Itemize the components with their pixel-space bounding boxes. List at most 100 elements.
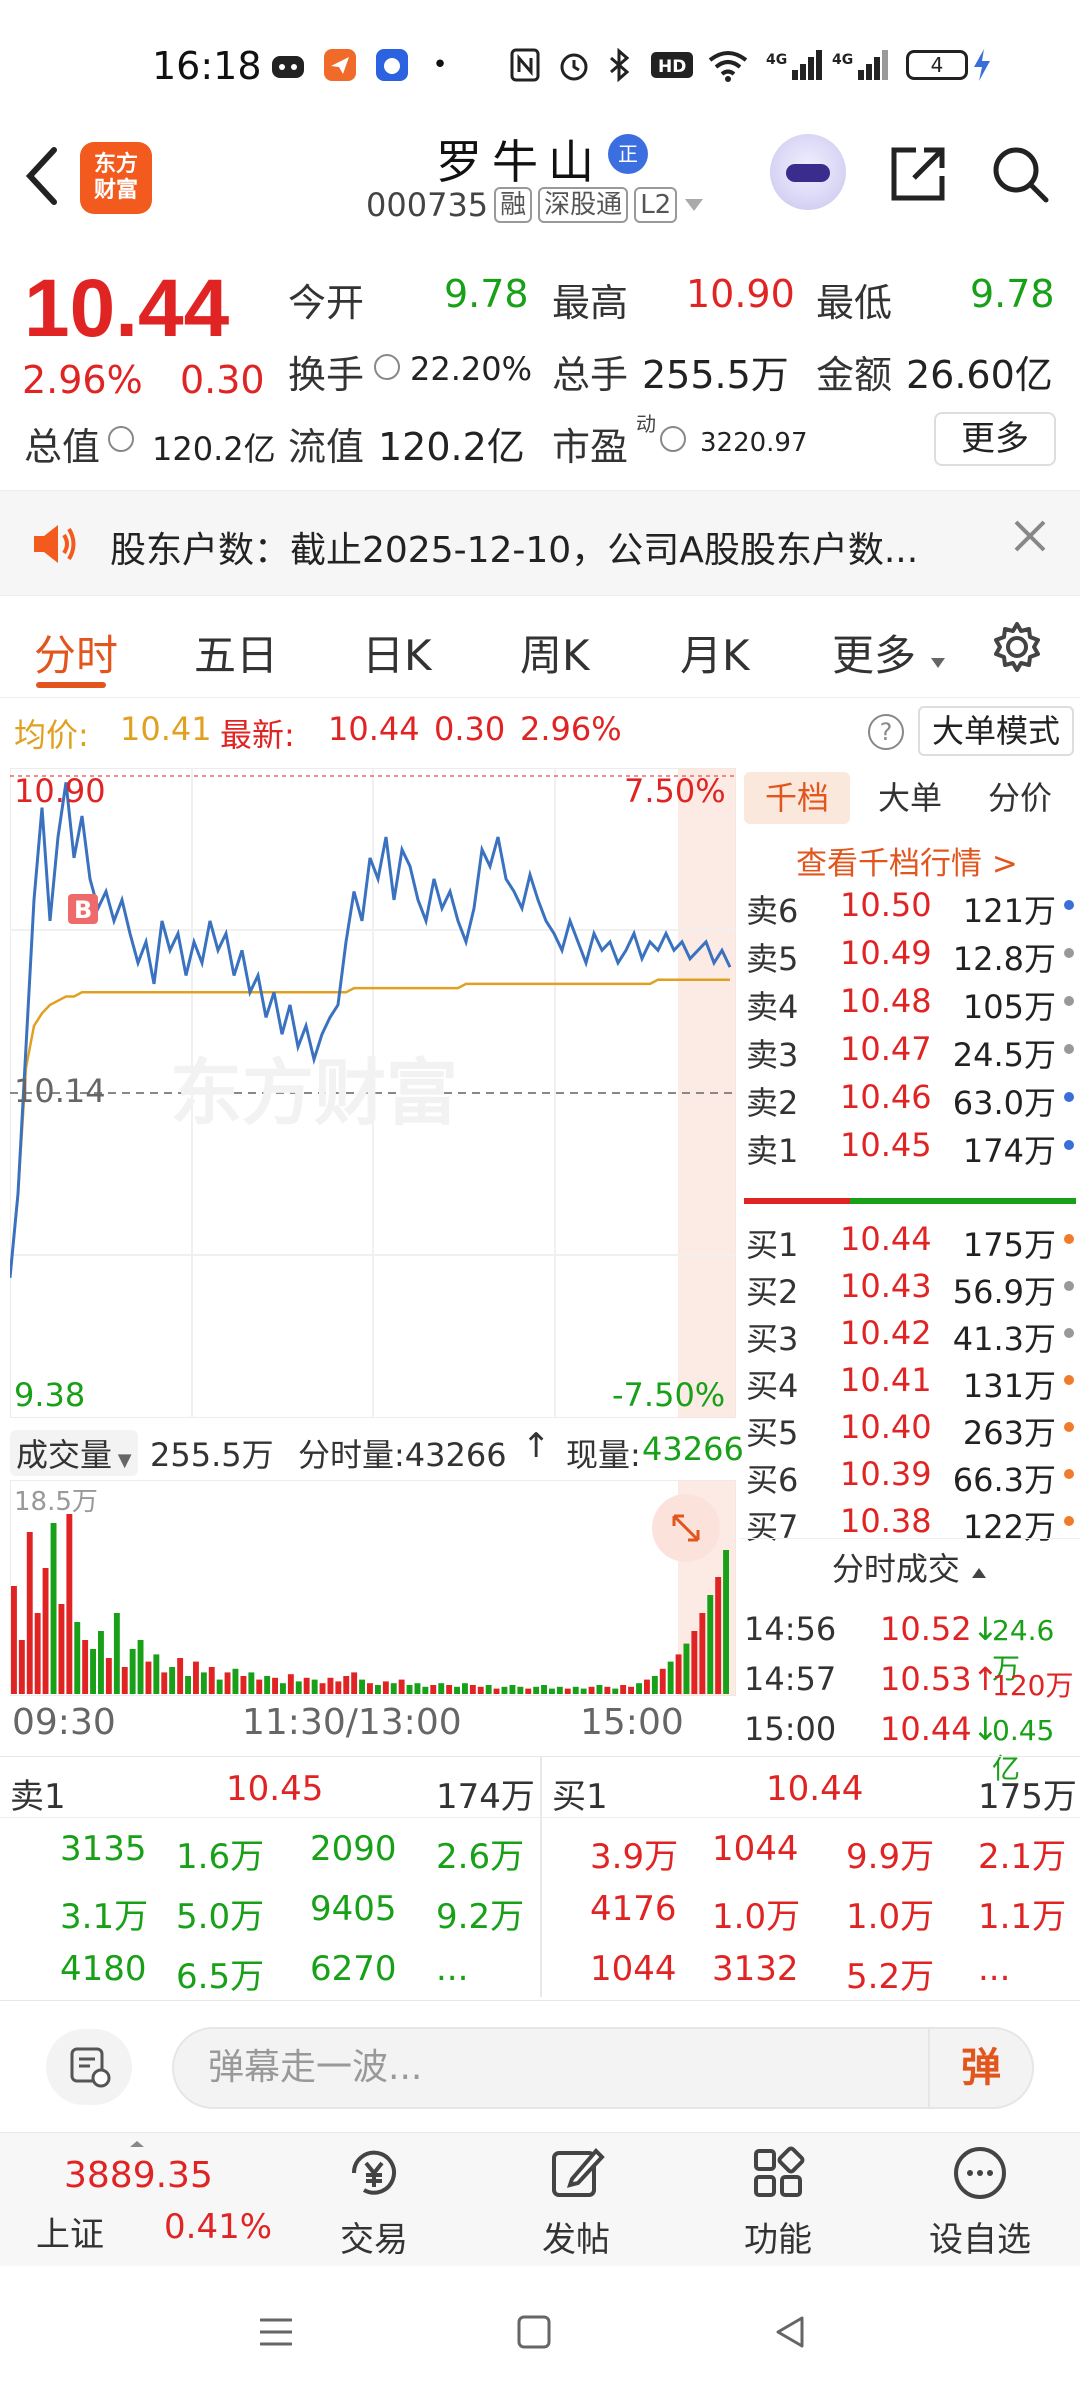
post-button[interactable]: 发帖 (496, 2143, 656, 2261)
add-watchlist-button[interactable]: 设自选 (900, 2143, 1060, 2261)
volume-selector[interactable]: 成交量 ▼ (10, 1430, 138, 1476)
trade-price: 10.44 (880, 1710, 972, 1748)
functions-button[interactable]: 功能 (698, 2143, 858, 2261)
tape-buy-order: 1.0万 (712, 1897, 801, 1937)
avg-price-bar: 均价: 10.41 最新: 10.44 0.30 2.96% ? 大单模式 (0, 704, 1080, 760)
volume-bar (580, 1688, 587, 1694)
ask-row[interactable]: 卖6 10.50 121万 (740, 880, 1080, 930)
search-icon[interactable] (988, 142, 1052, 206)
tab-daily-k[interactable]: 日K (362, 622, 432, 683)
home-nav-icon[interactable] (514, 2312, 554, 2352)
tab-price-distribution[interactable]: 分价 (970, 772, 1070, 824)
bid-row[interactable]: 买1 10.44 175万 (740, 1214, 1080, 1264)
high-value: 10.90 (686, 272, 795, 316)
back-button[interactable] (22, 144, 70, 216)
ask-row[interactable]: 卖1 10.45 174万 (740, 1120, 1080, 1170)
bid-row[interactable]: 买2 10.43 56.9万 (740, 1261, 1080, 1311)
settings-gear-icon[interactable] (990, 620, 1044, 678)
more-button[interactable]: 更多 (934, 412, 1056, 466)
volume-bar (596, 1685, 603, 1694)
tab-big-orders[interactable]: 大单 (860, 772, 960, 824)
post-label: 发帖 (542, 2220, 610, 2260)
trade-button[interactable]: 交易 (294, 2143, 454, 2261)
volume-bar (644, 1679, 650, 1694)
hd-icon: HD (650, 48, 694, 82)
time-label-open: 09:30 (12, 1702, 116, 1743)
expand-icon[interactable] (652, 1494, 720, 1562)
tab-more[interactable]: 更多 (832, 622, 947, 683)
announcement-bar[interactable]: 股东户数：截止2025-12-10，公司A股股东户数... (0, 490, 1080, 596)
bid-row[interactable]: 买6 10.39 66.3万 (740, 1449, 1080, 1499)
bid-row[interactable]: 买5 10.40 263万 (740, 1402, 1080, 1452)
tab-monthly-k[interactable]: 月K (680, 622, 750, 683)
tab-thousand-level[interactable]: 千档 (744, 772, 850, 824)
stock-dropdown-icon[interactable] (683, 197, 705, 213)
view-thousand-level-link[interactable]: 查看千档行情 > (796, 838, 1018, 883)
volume-bar (351, 1672, 358, 1694)
mktcap-info-icon[interactable] (108, 426, 134, 452)
index-ticker[interactable]: 3889.35 上证 0.41% (0, 2133, 280, 2267)
tab-weekly-k[interactable]: 周K (520, 622, 590, 683)
trade-price: 10.52 (880, 1610, 972, 1648)
volume-bar (224, 1672, 231, 1694)
trade-time: 14:56 (744, 1610, 837, 1648)
stock-code-row: 000735 融 深股通 L2 (366, 186, 705, 224)
danmu-input[interactable]: 弹幕走一波... (172, 2027, 1034, 2109)
ask-row[interactable]: 卖2 10.46 63.0万 (740, 1072, 1080, 1122)
volume-bar (216, 1679, 223, 1694)
ai-assistant-icon[interactable] (770, 134, 846, 210)
bid-price: 10.40 (840, 1408, 932, 1446)
period-tabs: 分时 五日 日K 周K 月K 更多 (0, 596, 1080, 698)
volume-bar (335, 1681, 342, 1694)
big-order-mode-button[interactable]: 大单模式 (918, 706, 1074, 756)
volume-bar (303, 1677, 310, 1694)
volume-bar (430, 1685, 437, 1694)
bid-row[interactable]: 买7 10.38 122万 (740, 1496, 1080, 1546)
tape-sell-volume: 174万 (436, 1777, 535, 1817)
volume-bar (208, 1667, 215, 1694)
help-icon[interactable]: ? (868, 714, 904, 750)
pe-info-icon[interactable] (660, 426, 686, 452)
tape-sell-order: 2090 (310, 1829, 397, 1869)
trades-header[interactable]: 分时成交 (740, 1538, 1080, 1598)
avg-label: 均价: (14, 716, 89, 754)
tick-volume: 分时量:43266 (298, 1436, 507, 1474)
ask-row[interactable]: 卖4 10.48 105万 (740, 976, 1080, 1026)
menu-nav-icon[interactable] (256, 2312, 296, 2352)
ask-row[interactable]: 卖5 10.49 12.8万 (740, 928, 1080, 978)
volume-bar (18, 1640, 25, 1694)
bid-row[interactable]: 买4 10.41 131万 (740, 1355, 1080, 1405)
danmu-button[interactable]: 弹 (928, 2027, 1032, 2109)
volume-bar (699, 1613, 706, 1694)
tape-buy-order: 5.2万 (846, 1957, 935, 1997)
back-nav-icon[interactable] (770, 2312, 810, 2352)
intraday-chart[interactable]: 东方财富 10.90 7.50% 10.14 9.38 -7.50% B (10, 768, 736, 1418)
volume-bar (628, 1686, 634, 1694)
tab-intraday[interactable]: 分时 (34, 622, 118, 683)
volume-bar (193, 1661, 199, 1694)
volume-bar (121, 1667, 128, 1694)
index-expand-icon (130, 2141, 144, 2147)
trade-row: 15:00 10.44 ↓ 0.45亿 (740, 1704, 1080, 1785)
turnover-info-icon[interactable] (374, 354, 400, 380)
comment-settings-button[interactable] (46, 2029, 132, 2105)
bid-volume: 131万 (962, 1367, 1056, 1405)
bid-volume: 263万 (962, 1414, 1056, 1452)
high-label: 最高 (552, 281, 629, 325)
bid-row[interactable]: 买3 10.42 41.3万 (740, 1308, 1080, 1358)
volume-bar (477, 1686, 484, 1694)
comment-settings-icon (70, 2047, 111, 2088)
ask-row[interactable]: 卖3 10.47 24.5万 (740, 1024, 1080, 1074)
volume-chart[interactable]: 18.5万 (10, 1480, 736, 1696)
share-icon[interactable] (886, 142, 950, 206)
close-icon[interactable] (1010, 513, 1050, 567)
buy-marker[interactable]: B (68, 894, 98, 924)
tab-five-day[interactable]: 五日 (194, 622, 278, 683)
volume-bar (620, 1685, 627, 1694)
alarm-icon (556, 48, 592, 82)
volume-bar (691, 1631, 698, 1694)
order-book-tabs: 千档 大单 分价 (740, 768, 1080, 828)
announcement-text: 股东户数：截止2025-12-10，公司A股股东户数... (110, 530, 919, 571)
logo-text-1: 东方 (93, 152, 138, 177)
volume-bar (675, 1654, 682, 1694)
